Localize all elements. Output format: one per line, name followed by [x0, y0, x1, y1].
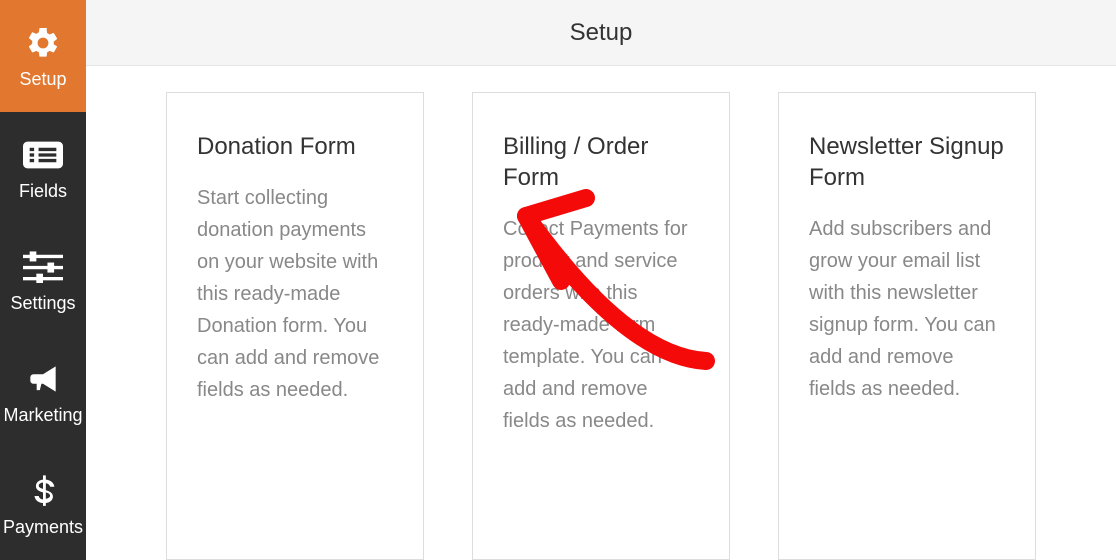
- sidebar-item-payments[interactable]: Payments: [0, 448, 86, 560]
- main: Setup Donation Form Start collecting don…: [86, 0, 1116, 560]
- card-title: Newsletter Signup Form: [809, 131, 1005, 193]
- list-icon: [23, 135, 63, 175]
- page-header: Setup: [86, 0, 1116, 66]
- sidebar-item-label: Payments: [3, 517, 83, 538]
- sidebar: Setup Fields Settings Marketing Payments: [0, 0, 86, 560]
- sidebar-item-label: Settings: [10, 293, 75, 314]
- card-title: Donation Form: [197, 131, 393, 162]
- dollar-icon: [23, 471, 63, 511]
- bullhorn-icon: [23, 359, 63, 399]
- sidebar-item-settings[interactable]: Settings: [0, 224, 86, 336]
- card-description: Collect Payments for product and service…: [503, 213, 699, 437]
- gear-icon: [23, 23, 63, 63]
- template-card-newsletter[interactable]: Newsletter Signup Form Add subscribers a…: [778, 92, 1036, 560]
- sidebar-item-setup[interactable]: Setup: [0, 0, 86, 112]
- sliders-icon: [23, 247, 63, 287]
- sidebar-item-label: Fields: [19, 181, 67, 202]
- template-cards: Donation Form Start collecting donation …: [86, 66, 1116, 560]
- sidebar-item-label: Setup: [19, 69, 66, 90]
- sidebar-item-marketing[interactable]: Marketing: [0, 336, 86, 448]
- card-description: Start collecting donation payments on yo…: [197, 182, 393, 406]
- sidebar-item-label: Marketing: [3, 405, 82, 426]
- card-title: Billing / Order Form: [503, 131, 699, 193]
- page-title: Setup: [570, 19, 633, 47]
- sidebar-item-fields[interactable]: Fields: [0, 112, 86, 224]
- template-card-billing[interactable]: Billing / Order Form Collect Payments fo…: [472, 92, 730, 560]
- template-card-donation[interactable]: Donation Form Start collecting donation …: [166, 92, 424, 560]
- card-description: Add subscribers and grow your email list…: [809, 213, 1005, 405]
